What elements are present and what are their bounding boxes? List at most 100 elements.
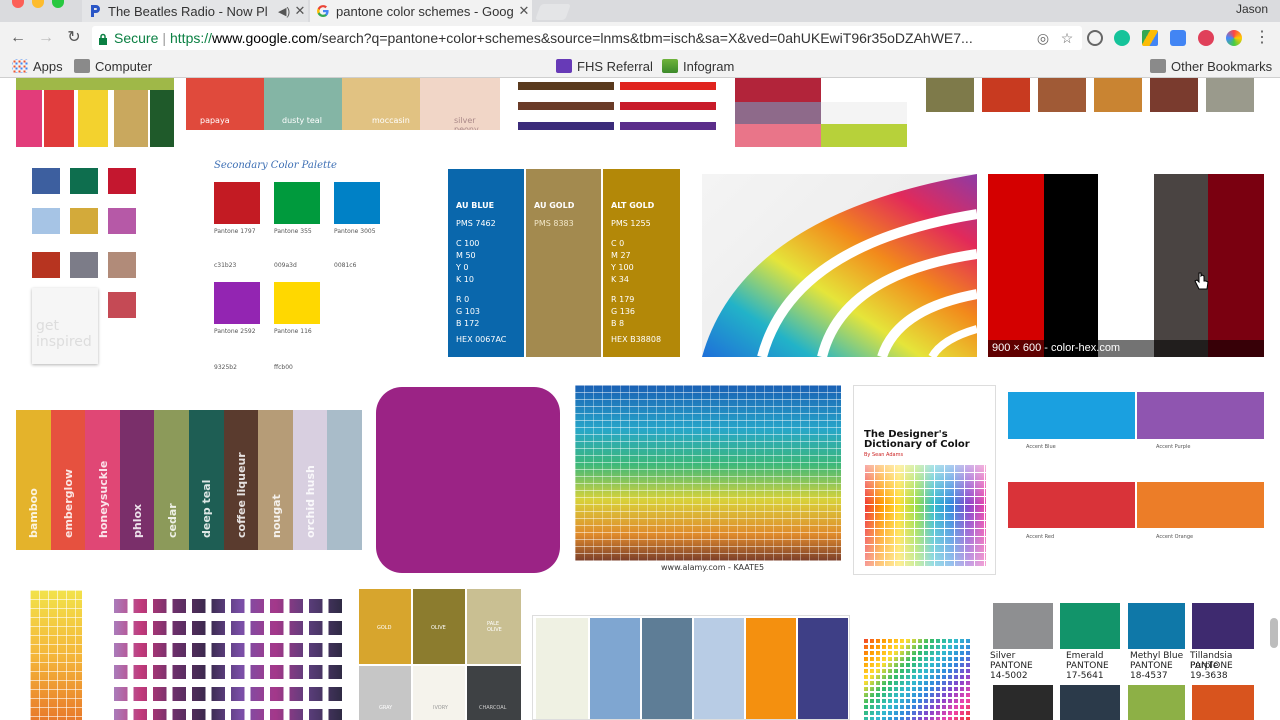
menu-icon[interactable]: ⋮ (1250, 26, 1274, 50)
image-result-blue-orange-bars[interactable] (532, 615, 850, 720)
secure-label: Secure (114, 30, 159, 46)
swatch-label: PALE OLIVE (487, 621, 502, 633)
bookmark-label: Other Bookmarks (1171, 58, 1273, 74)
image-result-fan-deck[interactable] (702, 174, 977, 357)
stripe-label: honeysuckle (96, 460, 110, 538)
bookmark-infogram[interactable]: Infogram (662, 58, 734, 74)
pantone-code: 14-5002 (990, 671, 1028, 681)
stripe-label: nougat (269, 494, 283, 538)
image-result-yellow-chips[interactable] (30, 590, 82, 720)
au-y: Y 100 (611, 263, 634, 272)
maximize-window-button[interactable] (52, 0, 64, 8)
au-m: M 50 (456, 251, 476, 260)
au-g: G 103 (456, 307, 481, 316)
fan-deck-image (702, 174, 977, 357)
image-result-pink-palette[interactable] (735, 78, 907, 147)
tab-beatles-radio[interactable]: The Beatles Radio - Now Pl ◀) ✕ (82, 0, 308, 22)
au-y: Y 0 (456, 263, 469, 272)
image-result-secondary-palette[interactable]: Secondary Color Palette Pantone 1797 Pan… (208, 158, 388, 373)
image-result-alamy-chart[interactable]: www.alamy.com - KAATE5 (575, 385, 841, 573)
au-hex: HEX B38808 (611, 335, 662, 344)
close-window-button[interactable] (12, 0, 24, 8)
form-icon (556, 59, 572, 73)
image-result-pantone-2017[interactable]: Silver PANTONE 14-5002 Emerald PANTONE 1… (990, 603, 1260, 720)
swatch-label: OLIVE (431, 625, 446, 631)
image-result-chip-mosaic[interactable] (862, 637, 970, 720)
bookmark-other[interactable]: Other Bookmarks (1150, 58, 1272, 74)
profile-name[interactable]: Jason (1236, 2, 1268, 16)
au-k: K 34 (611, 275, 629, 284)
tab-title: pantone color schemes - Goog (336, 3, 514, 19)
reload-icon[interactable]: ↻ (62, 26, 86, 50)
pantone-code: Pantone 3005 (334, 228, 376, 235)
accent-label: Accent Blue (1026, 444, 1056, 450)
swatch-label: GRAY (379, 705, 393, 711)
infogram-icon (662, 59, 678, 73)
color-stripe (327, 410, 362, 550)
pocket-icon[interactable] (1198, 30, 1214, 46)
bookmark-star-icon[interactable]: ☆ (1058, 29, 1076, 47)
apps-grid-icon (12, 59, 28, 73)
au-b: B 172 (456, 319, 480, 328)
image-result-au-colors[interactable]: AU BLUE PMS 7462 C 100 M 50 Y 0 K 10 R 0… (448, 169, 680, 357)
image-result-swatch-grid[interactable]: get inspired (28, 158, 138, 368)
minimize-window-button[interactable] (32, 0, 44, 8)
image-results-grid: papaya dusty teal moccasin silver peony (0, 78, 1280, 720)
back-icon[interactable]: ← (6, 26, 30, 50)
tab-pantone-search[interactable]: pantone color schemes - Goog ✕ (310, 0, 532, 22)
book-title: The Designer's Dictionary of Color (864, 429, 970, 450)
address-bar[interactable]: Secure | https://www.google.com/search?q… (92, 26, 1082, 50)
translate-icon[interactable] (1170, 30, 1186, 46)
image-result-designers-dictionary[interactable]: The Designer's Dictionary of Color By Se… (853, 385, 996, 575)
image-result-purple-chips[interactable] (108, 591, 342, 720)
image-result-named-stripes[interactable]: bamboo emberglow honeysuckle phlox cedar deep… (16, 410, 362, 550)
accent-label: Accent Red (1026, 534, 1055, 540)
image-result-earth-tones[interactable] (926, 78, 1260, 118)
image-result-gold-olive[interactable]: GOLD OLIVE PALE OLIVE GRAY IVORY CHARCOA… (359, 589, 521, 720)
google-drive-icon[interactable] (1142, 30, 1158, 46)
pantone-chip (1128, 603, 1185, 649)
scrollbar-thumb[interactable] (1270, 618, 1278, 648)
url-scheme: https:// (170, 30, 213, 46)
au-name: AU GOLD (534, 201, 575, 210)
pantone-name: Methyl Blue (1130, 651, 1184, 661)
image-result-purple-square[interactable] (376, 387, 560, 573)
pantone-code: 17-5641 (1066, 671, 1104, 681)
image-result-swatches-yellow[interactable] (16, 78, 174, 147)
au-name: AU BLUE (456, 201, 495, 210)
stripe-label: emberglow (61, 468, 75, 538)
stripe-label: orchid hush (304, 465, 318, 538)
image-result-accent-colors[interactable]: Accent Blue Accent Purple Accent Red Acc… (1008, 392, 1264, 568)
location-icon[interactable]: ◎ (1034, 29, 1052, 47)
secure-indicator[interactable]: Secure (98, 30, 158, 46)
bookmark-computer[interactable]: Computer (74, 58, 152, 74)
accent-label: Accent Purple (1156, 444, 1191, 450)
stripe-label: deep teal (200, 479, 214, 538)
swatch-label: silver peony (454, 116, 479, 130)
pantone-brand: PANTONE (1190, 661, 1233, 671)
hex-code: 009a3d (274, 262, 297, 269)
bookmark-label: Computer (95, 58, 153, 74)
url-text[interactable]: https://www.google.com/search?q=pantone+… (170, 30, 1034, 46)
stripe-label: cedar (165, 503, 179, 538)
new-tab-button[interactable] (535, 4, 571, 20)
power-extension-icon[interactable] (1087, 30, 1103, 46)
close-tab-icon[interactable]: ✕ (292, 3, 308, 19)
url-path: /search?q=pantone+color+schemes&source=l… (317, 30, 973, 46)
grammarly-icon[interactable] (1114, 30, 1130, 46)
get-inspired-text: get inspired (36, 318, 92, 350)
bookmark-apps[interactable]: Apps (12, 58, 63, 74)
mouse-pointer-icon (1194, 272, 1210, 290)
close-tab-icon[interactable]: ✕ (516, 3, 532, 19)
swatch-label: CHARCOAL (479, 705, 507, 711)
bookmark-fhs-referral[interactable]: FHS Referral (556, 58, 653, 74)
au-swatch (526, 169, 601, 357)
speaker-icon[interactable]: ◀) (278, 5, 292, 18)
pantone-code: Pantone 116 (274, 328, 312, 335)
image-result-papaya-palette[interactable]: papaya dusty teal moccasin silver peony (186, 78, 500, 130)
google-icon (316, 4, 330, 18)
colorpick-icon[interactable] (1226, 30, 1242, 46)
forward-icon[interactable]: → (34, 26, 58, 50)
image-result-chocolate-table[interactable] (518, 78, 718, 142)
image-result-color-hex[interactable]: 900 × 600 - color-hex.com (988, 174, 1264, 357)
